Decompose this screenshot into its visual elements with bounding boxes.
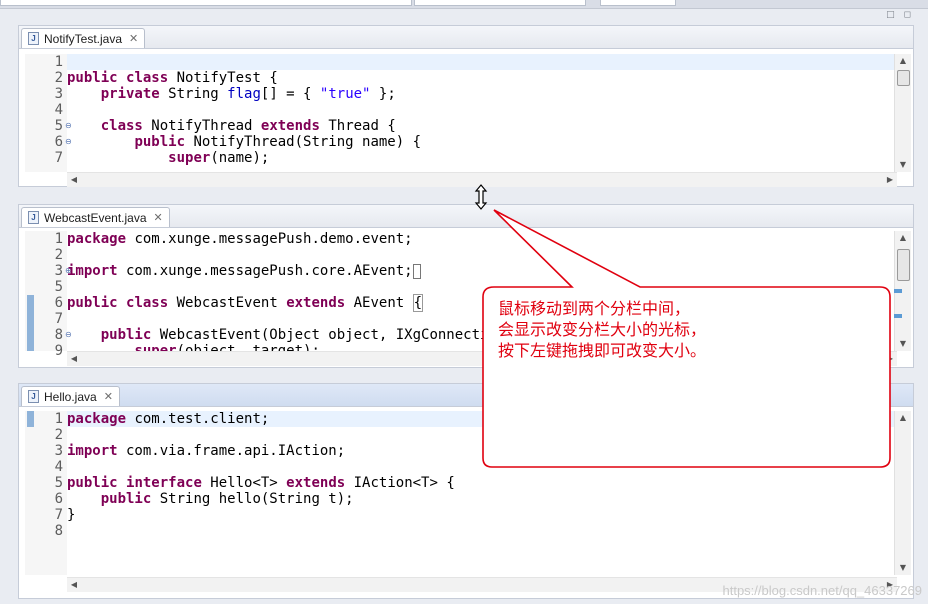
callout-line: 按下左键拖拽即可改变大小。 xyxy=(498,341,707,360)
callout-line: 鼠标移动到两个分栏中间， xyxy=(498,299,691,318)
watermark: https://blog.csdn.net/qq_46337269 xyxy=(722,583,923,598)
callout-text: 鼠标移动到两个分栏中间， 会显示改变分栏大小的光标， 按下左键拖拽即可改变大小。 xyxy=(498,298,878,361)
callout-line: 会显示改变分栏大小的光标， xyxy=(498,320,707,339)
